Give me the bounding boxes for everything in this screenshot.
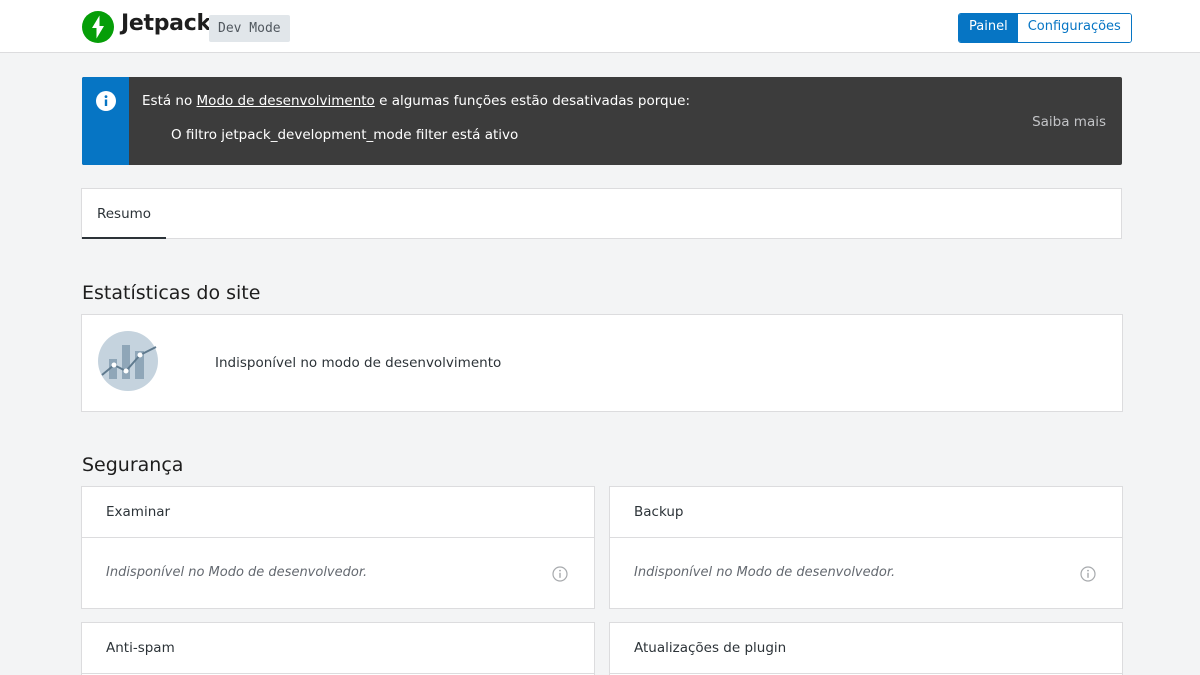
learn-more-link[interactable]: Saiba mais [1032,114,1106,130]
scan-card-message: Indisponível no Modo de desenvolvedor. [106,565,368,580]
antispam-card: Anti-spam [81,622,595,675]
header-nav: Painel Configurações [958,13,1132,43]
dev-mode-notice: Está no Modo de desenvolvimento e alguma… [82,77,1122,165]
chart-illustration-icon [98,331,158,391]
dev-mode-badge: Dev Mode [209,15,290,42]
backup-card-body: Indisponível no Modo de desenvolvedor. [610,538,1122,608]
brand-name: Jetpack [121,11,211,36]
stats-unavailable-message: Indisponível no modo de desenvolvimento [215,355,502,371]
plugin-updates-card-title: Atualizações de plugin [610,623,1122,674]
antispam-card-title: Anti-spam [82,623,594,674]
section-tabs: Resumo [81,188,1122,239]
dev-mode-link[interactable]: Modo de desenvolvimento [197,93,375,109]
info-icon[interactable] [552,566,568,582]
info-icon [96,91,116,111]
jetpack-logo-icon[interactable] [82,11,114,43]
backup-card: Backup Indisponível no Modo de desenvolv… [609,486,1123,609]
scan-card-title: Examinar [82,487,594,538]
info-icon[interactable] [1080,566,1096,582]
notice-suffix: e algumas funções estão desativadas porq… [374,93,691,109]
notice-icon-stripe [82,77,129,165]
stats-section-title: Estatísticas do site [82,282,261,304]
nav-painel-button[interactable]: Painel [959,14,1018,42]
backup-card-message: Indisponível no Modo de desenvolvedor. [634,565,896,580]
notice-prefix: Está no [142,93,197,109]
notice-message: Está no Modo de desenvolvimento e alguma… [142,93,690,109]
nav-configuracoes-button[interactable]: Configurações [1017,14,1131,42]
plugin-updates-card: Atualizações de plugin [609,622,1123,675]
masthead: Jetpack Dev Mode Painel Configurações [0,0,1200,53]
stats-card: Indisponível no modo de desenvolvimento [81,314,1123,412]
security-section-title: Segurança [82,454,184,476]
backup-card-title: Backup [610,487,1122,538]
scan-card-body: Indisponível no Modo de desenvolvedor. [82,538,594,608]
scan-card: Examinar Indisponível no Modo de desenvo… [81,486,595,609]
notice-reason: O filtro jetpack_development_mode filter… [171,127,519,143]
tab-resumo[interactable]: Resumo [82,189,166,239]
